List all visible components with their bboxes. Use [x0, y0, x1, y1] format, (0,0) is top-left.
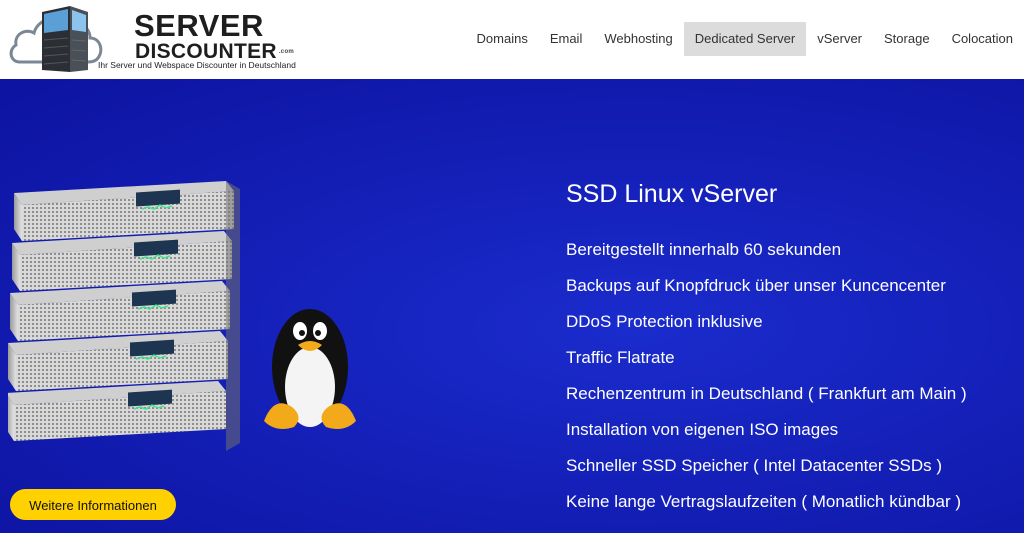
nav-item-storage[interactable]: Storage	[873, 22, 941, 56]
list-item: Bereitgestellt innerhalb 60 sekunden	[566, 240, 842, 259]
list-item: Keine lange Vertragslaufzeiten ( Monatli…	[566, 492, 962, 511]
logo-wordmark-server: SERVER	[134, 8, 264, 43]
nav-item-domains[interactable]: Domains	[466, 22, 539, 56]
hero-title: SSD Linux vServer	[566, 180, 778, 208]
list-item: Rechenzentrum in Deutschland ( Frankfurt…	[566, 384, 967, 403]
nav-item-colocation[interactable]: Colocation	[941, 22, 1024, 56]
logo-tagline: Ihr Server und Webspace Discounter in De…	[98, 60, 296, 70]
site-header: SERVER DISCOUNTER .com Ihr Server und Web…	[0, 0, 1024, 79]
nav-item-vserver[interactable]: vServer	[806, 22, 873, 56]
server-rack-icon	[8, 181, 240, 451]
list-item: DDoS Protection inklusive	[566, 312, 763, 331]
list-item: Installation von eigenen ISO images	[566, 420, 839, 439]
more-info-button[interactable]: Weitere Informationen	[10, 489, 176, 520]
site-logo[interactable]: SERVER DISCOUNTER .com Ihr Server und Web…	[8, 0, 298, 76]
nav-item-webhosting[interactable]: Webhosting	[593, 22, 683, 56]
tux-penguin-icon	[264, 309, 356, 429]
list-item: Schneller SSD Speicher ( Intel Datacente…	[566, 456, 943, 475]
logo-tld: .com	[278, 48, 295, 55]
nav-item-dedicated-server[interactable]: Dedicated Server	[683, 22, 807, 56]
hero-banner: SSD Linux vServer Bereitgestellt innerha…	[0, 79, 1024, 533]
feature-list: Bereitgestellt innerhalb 60 sekunden Bac…	[566, 240, 967, 528]
server-building-icon	[42, 6, 88, 72]
server-illustration	[8, 181, 356, 451]
list-item: Traffic Flatrate	[566, 348, 675, 367]
list-item: Backups auf Knopfdruck über unser Kuncen…	[566, 276, 946, 295]
main-nav: Domains Email Webhosting Dedicated Serve…	[466, 22, 1024, 56]
nav-item-email[interactable]: Email	[539, 22, 594, 56]
